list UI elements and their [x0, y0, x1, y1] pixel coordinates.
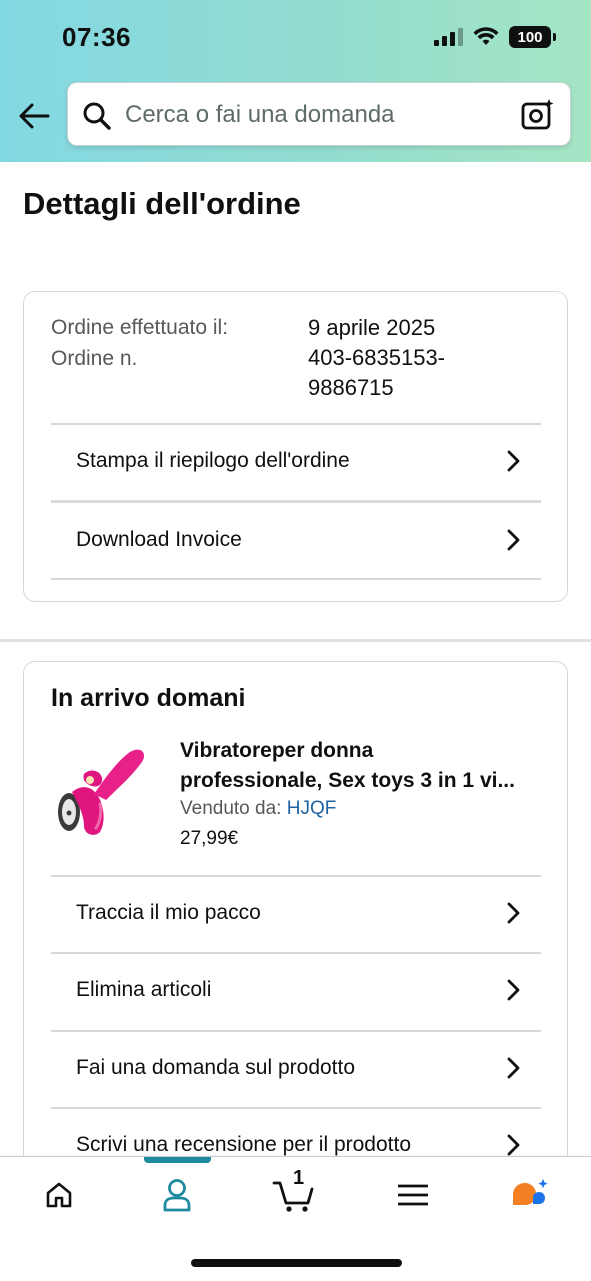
remove-items-label: Elimina articoli [76, 978, 212, 1001]
cart-count-badge: 1 [293, 1167, 305, 1189]
chevron-right-icon [503, 979, 523, 1001]
camera-search-icon[interactable] [520, 97, 556, 133]
nav-home[interactable] [29, 1175, 89, 1215]
battery-icon: 100 [509, 26, 556, 48]
order-number-line-2: 9886715 [308, 375, 394, 400]
write-review-label: Scrivi una recensione per il prodotto [76, 1133, 412, 1156]
menu-icon [398, 1184, 428, 1206]
chevron-right-icon [503, 902, 523, 924]
print-order-summary-label: Stampa il riepilogo dell'ordine [76, 449, 350, 472]
back-arrow-icon [19, 103, 50, 129]
track-package-button[interactable]: Traccia il mio pacco [51, 875, 541, 951]
account-icon [163, 1179, 191, 1212]
back-button[interactable] [14, 96, 54, 136]
shipment-card: In arrivo domani Vibratoreper donna prof… [23, 661, 568, 1221]
search-input[interactable]: Cerca o fai una domanda [125, 101, 395, 129]
nav-cart[interactable]: 1 [264, 1167, 324, 1215]
track-package-label: Traccia il mio pacco [76, 901, 261, 924]
signal-icon [434, 28, 463, 46]
header: 07:36 100 Cerca o fai una domanda [0, 0, 591, 162]
rufus-assistant-icon [513, 1179, 548, 1205]
home-icon [46, 1182, 72, 1208]
status-icons: 100 [434, 26, 556, 48]
order-number-label: Ordine n. [51, 347, 138, 370]
seller-link[interactable]: HJQF [287, 798, 337, 819]
ask-product-question-label: Fai una domanda sul prodotto [76, 1056, 356, 1079]
order-date-value: 9 aprile 2025 [308, 315, 436, 340]
product-title[interactable]: Vibratoreper donna professionale, Sex to… [180, 736, 544, 796]
page-title: Dettagli dell'ordine [23, 186, 301, 221]
nav-rufus-assistant[interactable] [500, 1175, 560, 1215]
section-separator [0, 639, 591, 642]
order-number-value: 403-6835153- 9886715 [308, 343, 445, 403]
download-invoice-label: Download Invoice [76, 528, 242, 551]
seller-label: Venduto da: [180, 798, 287, 819]
nav-menu[interactable] [383, 1175, 443, 1215]
product-title-line-1: Vibratoreper donna [180, 739, 374, 762]
status-time: 07:36 [62, 22, 131, 52]
order-date-label: Ordine effettuato il: [51, 316, 229, 339]
search-bar[interactable]: Cerca o fai una domanda [67, 82, 571, 146]
home-indicator [191, 1259, 402, 1267]
remove-items-button[interactable]: Elimina articoli [51, 952, 541, 1028]
order-summary-card: Ordine effettuato il: 9 aprile 2025 Ordi… [23, 291, 568, 602]
product-image[interactable] [54, 742, 150, 838]
divider [51, 578, 541, 580]
search-icon [83, 102, 111, 130]
active-tab-indicator [144, 1157, 211, 1163]
download-invoice-button[interactable]: Download Invoice [51, 502, 541, 578]
print-order-summary-button[interactable]: Stampa il riepilogo dell'ordine [51, 423, 541, 499]
chevron-right-icon [503, 1057, 523, 1079]
chevron-right-icon [503, 529, 523, 551]
product-title-line-2: professionale, Sex toys 3 in 1 vi... [180, 769, 515, 792]
delivery-status-title: In arrivo domani [51, 684, 246, 712]
product-price: 27,99€ [180, 828, 239, 849]
order-number-line-1: 403-6835153- [308, 345, 446, 370]
wifi-icon [473, 27, 499, 45]
chevron-right-icon [503, 1134, 523, 1156]
chevron-right-icon [503, 450, 523, 472]
nav-account[interactable] [147, 1175, 207, 1215]
seller-info: Venduto da: HJQF [180, 798, 336, 820]
ask-product-question-button[interactable]: Fai una domanda sul prodotto [51, 1030, 541, 1106]
